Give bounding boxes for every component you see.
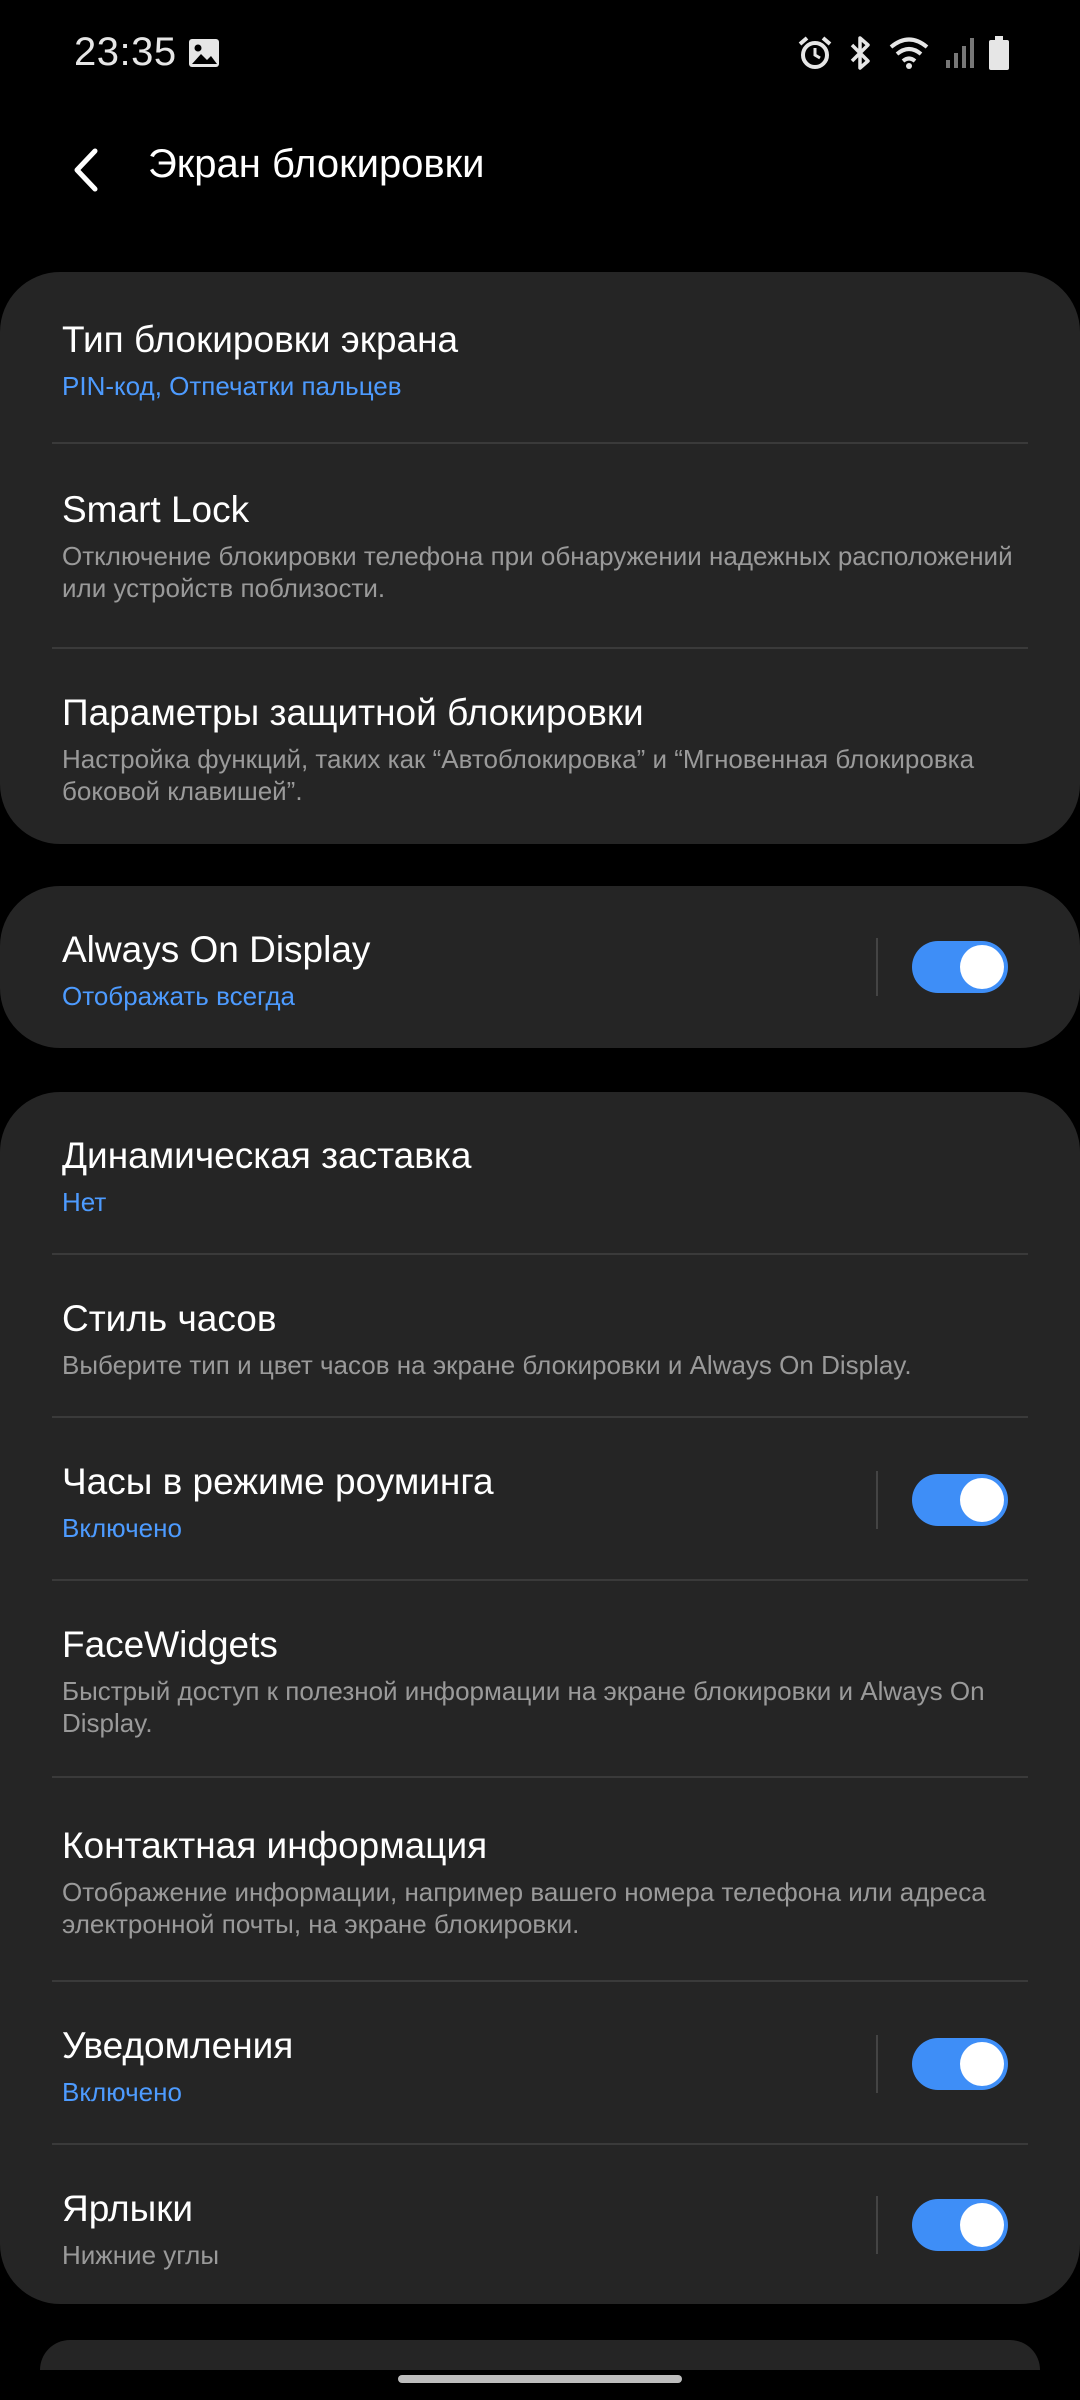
item-subtitle: Нет (62, 1187, 107, 1217)
vertical-separator (876, 1470, 878, 1529)
battery-icon (988, 35, 1010, 71)
vertical-separator (876, 2034, 878, 2093)
toggle-area (876, 2034, 1008, 2093)
shortcuts-toggle[interactable] (912, 2198, 1008, 2251)
home-indicator[interactable] (398, 2375, 682, 2383)
contact-info-item[interactable]: Контактная информация Отображение информ… (0, 1778, 1080, 1982)
item-subtitle: Настройка функций, таких как “Автоблокир… (62, 744, 975, 806)
item-title: Контактная информация (62, 1825, 488, 1866)
clock-style-item[interactable]: Стиль часов Выберите тип и цвет часов на… (0, 1255, 1080, 1418)
vertical-separator (876, 938, 878, 996)
dynamic-wallpaper-item[interactable]: Динамическая заставка Нет (0, 1092, 1080, 1255)
item-title: Динамическая заставка (62, 1135, 472, 1176)
item-subtitle: Отображение информации, например вашего … (62, 1877, 986, 1939)
item-subtitle: Включено (62, 2077, 182, 2107)
alarm-icon (796, 34, 834, 72)
item-title: Уведомления (62, 2025, 294, 2066)
item-title: Smart Lock (62, 489, 250, 530)
roaming-clock-item[interactable]: Часы в режиме роуминга Включено (0, 1418, 1080, 1581)
wifi-icon (888, 35, 930, 71)
gallery-icon (188, 38, 220, 73)
notifications-item[interactable]: Уведомления Включено (0, 1982, 1080, 2145)
signal-icon (944, 36, 974, 70)
lock-type-item[interactable]: Тип блокировки экрана PIN-код, Отпечатки… (0, 272, 1080, 444)
item-title: Ярлыки (62, 2188, 194, 2229)
item-subtitle: Нижние углы (62, 2240, 220, 2270)
toggle-area (876, 938, 1008, 996)
status-time: 23:35 (74, 30, 177, 74)
roaming-clock-toggle[interactable] (912, 1473, 1008, 1526)
item-title: Тип блокировки экрана (62, 319, 459, 360)
item-title: Always On Display (62, 929, 371, 970)
always-on-display-toggle[interactable] (912, 941, 1008, 993)
item-subtitle: Быстрый доступ к полезной информации на … (62, 1676, 985, 1738)
settings-group-security: Тип блокировки экрана PIN-код, Отпечатки… (0, 272, 1080, 844)
toggle-area (876, 2195, 1008, 2254)
item-title: Стиль часов (62, 1298, 277, 1339)
vertical-separator (876, 2195, 878, 2254)
page-title: Экран блокировки (148, 142, 485, 186)
next-group-edge (40, 2340, 1040, 2370)
item-title: FaceWidgets (62, 1624, 278, 1665)
item-subtitle: Отображать всегда (62, 981, 295, 1011)
item-subtitle: Включено (62, 1513, 182, 1543)
item-title: Часы в режиме роуминга (62, 1461, 494, 1502)
item-title: Параметры защитной блокировки (62, 692, 644, 733)
secure-lock-settings-item[interactable]: Параметры защитной блокировки Настройка … (0, 649, 1080, 844)
app-header: Экран блокировки (0, 120, 1080, 220)
settings-group-aod: Always On Display Отображать всегда (0, 886, 1080, 1048)
status-bar: 23:35 (0, 0, 1080, 112)
item-subtitle: PIN-код, Отпечатки пальцев (62, 371, 402, 401)
facewidgets-item[interactable]: FaceWidgets Быстрый доступ к полезной ин… (0, 1581, 1080, 1778)
back-button[interactable] (50, 134, 122, 206)
item-subtitle: Выберите тип и цвет часов на экране блок… (62, 1350, 912, 1380)
item-subtitle: Отключение блокировки телефона при обнар… (62, 541, 1013, 603)
smart-lock-item[interactable]: Smart Lock Отключение блокировки телефон… (0, 444, 1080, 649)
toggle-area (876, 1470, 1008, 1529)
shortcuts-item[interactable]: Ярлыки Нижние углы (0, 2145, 1080, 2304)
notifications-toggle[interactable] (912, 2037, 1008, 2090)
status-icons (796, 34, 1010, 72)
settings-group-display: Динамическая заставка Нет Стиль часов Вы… (0, 1092, 1080, 2304)
always-on-display-item[interactable]: Always On Display Отображать всегда (0, 886, 1080, 1048)
bluetooth-icon (848, 34, 874, 72)
back-arrow-icon (74, 148, 98, 192)
